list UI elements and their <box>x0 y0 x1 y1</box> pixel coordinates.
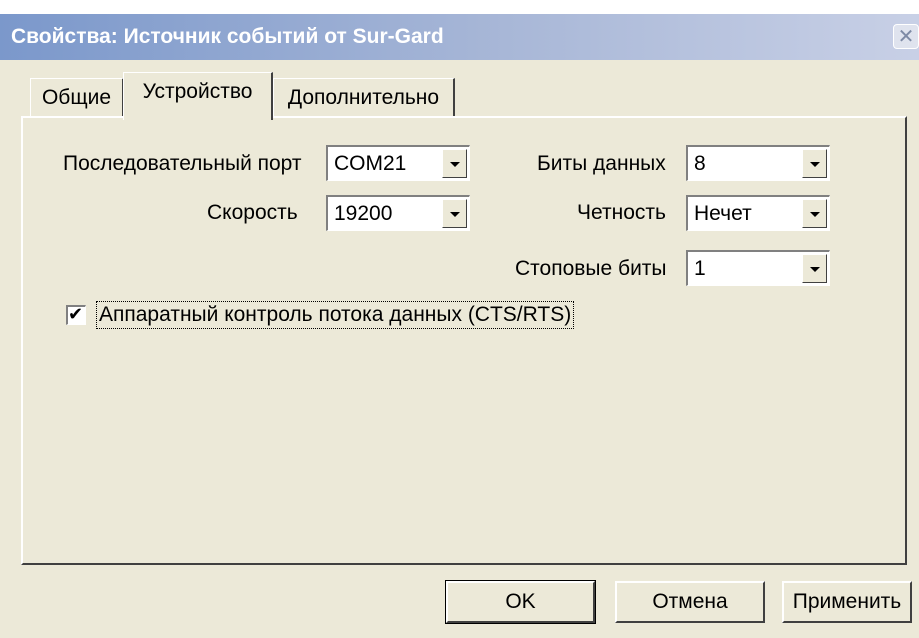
tab-general[interactable]: Общие <box>30 78 124 118</box>
cancel-button[interactable]: Отмена <box>615 581 765 623</box>
chevron-down-icon[interactable] <box>802 254 827 283</box>
hw-flow-control-checkbox[interactable]: ✔ <box>66 304 86 325</box>
tab-device[interactable]: Устройство <box>123 72 273 120</box>
chevron-down-icon[interactable] <box>442 199 467 228</box>
parity-value: Нечет <box>694 202 752 225</box>
properties-dialog: Свойства: Источник событий от Sur-Gard ✕… <box>0 0 919 638</box>
data-bits-label: Биты данных <box>537 152 666 175</box>
background-strip <box>0 0 919 14</box>
speed-select[interactable]: 19200 <box>326 195 470 231</box>
parity-label: Четность <box>577 201 666 224</box>
chevron-down-icon[interactable] <box>442 149 467 178</box>
data-bits-value: 8 <box>694 152 706 175</box>
title-bar[interactable]: Свойства: Источник событий от Sur-Gard ✕ <box>0 14 919 60</box>
serial-port-select[interactable]: COM21 <box>326 145 470 181</box>
stop-bits-label: Стоповые биты <box>515 257 667 280</box>
tab-advanced[interactable]: Дополнительно <box>273 78 455 118</box>
chevron-down-icon[interactable] <box>802 149 827 178</box>
parity-select[interactable]: Нечет <box>686 195 830 231</box>
serial-port-label: Последовательный порт <box>63 152 302 175</box>
serial-port-value: COM21 <box>334 152 407 175</box>
tab-panel-device <box>21 116 907 565</box>
checkmark-icon: ✔ <box>68 304 84 324</box>
ok-button[interactable]: OK <box>445 580 596 624</box>
stop-bits-select[interactable]: 1 <box>686 250 830 286</box>
apply-button[interactable]: Применить <box>782 581 912 623</box>
data-bits-select[interactable]: 8 <box>686 145 830 181</box>
close-icon[interactable]: ✕ <box>893 24 919 49</box>
chevron-down-icon[interactable] <box>802 199 827 228</box>
speed-label: Скорость <box>207 201 298 224</box>
speed-value: 19200 <box>334 202 393 225</box>
hw-flow-control-label[interactable]: Аппаратный контроль потока данных (CTS/R… <box>96 301 575 329</box>
window-title: Свойства: Источник событий от Sur-Gard <box>11 25 444 48</box>
stop-bits-value: 1 <box>694 257 706 280</box>
